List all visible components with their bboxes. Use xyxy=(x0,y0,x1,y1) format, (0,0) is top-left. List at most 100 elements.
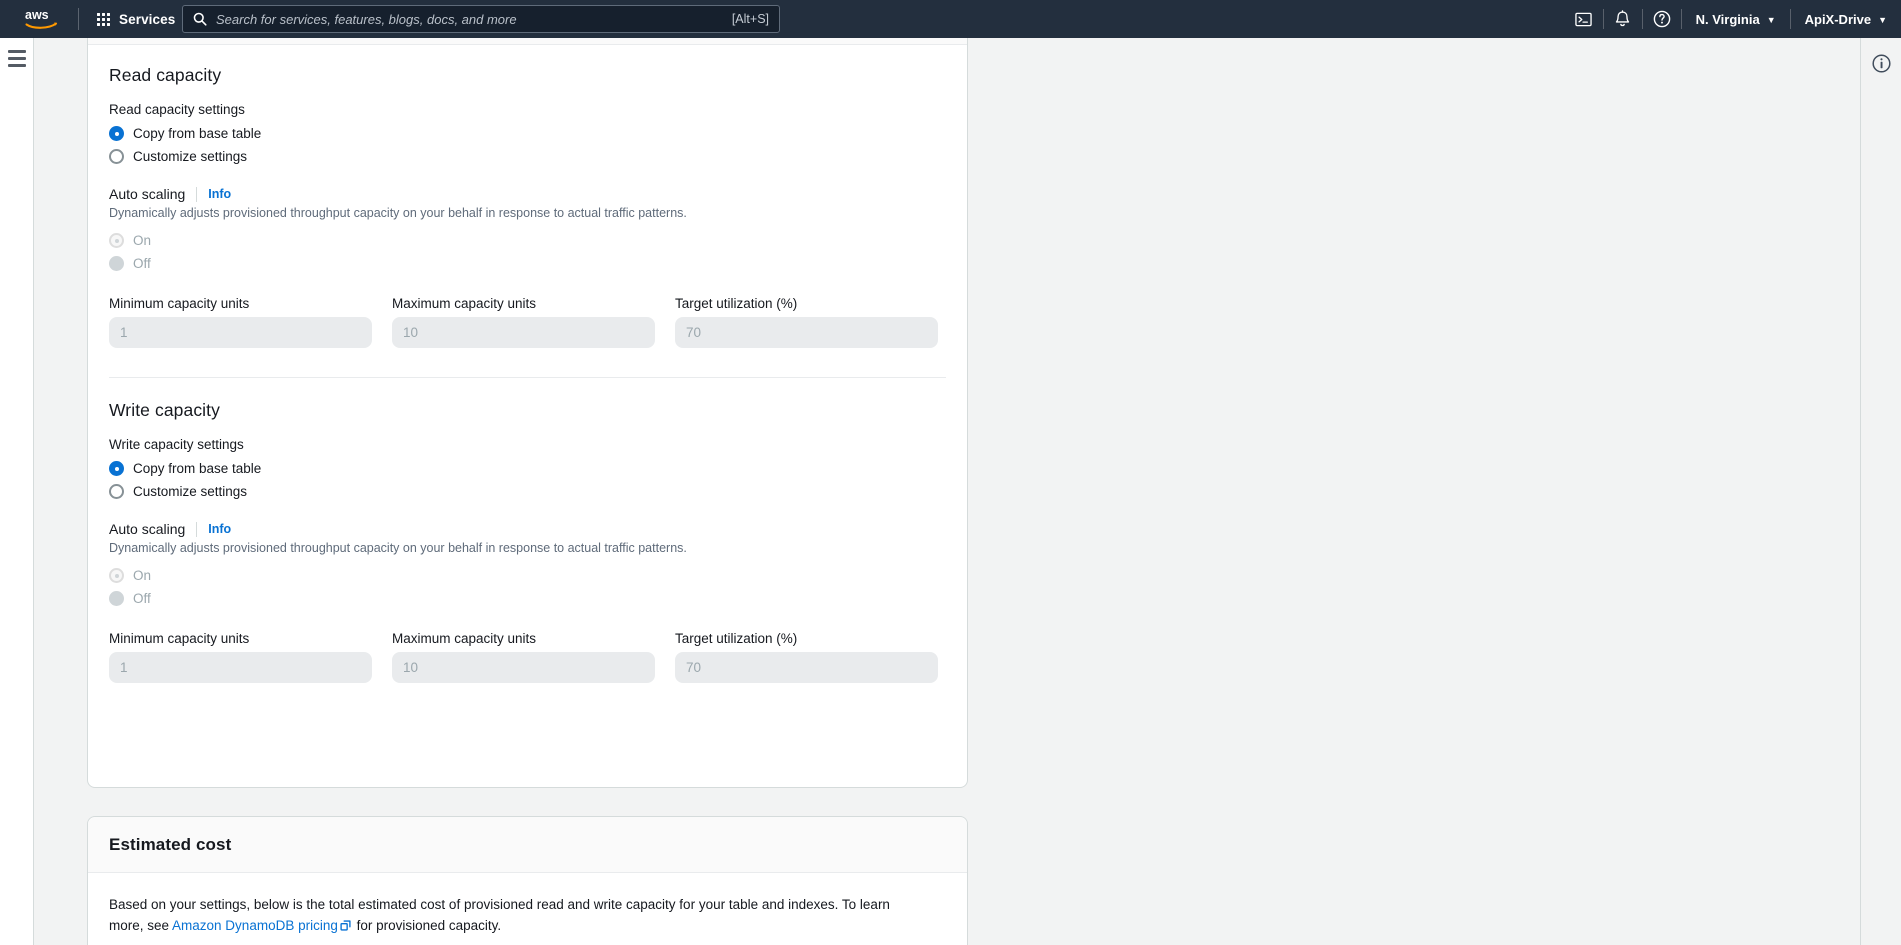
read-capacity-section: Read capacity Read capacity settings Cop… xyxy=(109,65,946,348)
nav-divider xyxy=(78,8,79,30)
cloudshell-button[interactable] xyxy=(1565,0,1603,38)
read-auto-scaling-on-radio: On xyxy=(109,233,946,248)
radio-indicator-icon xyxy=(109,484,124,499)
nav-right-group: N. Virginia ▼ ApiX-Drive ▼ xyxy=(1565,0,1901,38)
write-capacity-settings-label: Write capacity settings xyxy=(109,437,244,452)
aws-logo[interactable]: aws xyxy=(14,0,68,38)
radio-indicator-icon xyxy=(109,461,124,476)
capacity-settings-card: Read capacity Read capacity settings Cop… xyxy=(87,38,968,788)
read-customize-settings-radio[interactable]: Customize settings xyxy=(109,149,946,164)
read-auto-scaling-description: Dynamically adjusts provisioned throughp… xyxy=(109,206,687,220)
hamburger-menu-icon[interactable] xyxy=(8,50,26,67)
auto-scaling-info-link[interactable]: Info xyxy=(208,187,231,201)
input-label: Target utilization (%) xyxy=(675,296,798,311)
notifications-button[interactable] xyxy=(1604,0,1642,38)
aws-logo-icon: aws xyxy=(25,8,57,29)
read-minimum-capacity-group: Minimum capacity units 1 xyxy=(109,296,372,348)
radio-indicator-icon xyxy=(109,568,124,583)
region-selector[interactable]: N. Virginia ▼ xyxy=(1682,0,1790,38)
svg-text:aws: aws xyxy=(25,8,49,22)
cost-text-after-link: for provisioned capacity. xyxy=(352,917,502,933)
external-link-icon xyxy=(340,917,351,938)
search-icon xyxy=(193,12,207,26)
write-auto-scaling-on-radio: On xyxy=(109,568,946,583)
write-maximum-capacity-group: Maximum capacity units 10 xyxy=(392,631,655,683)
radio-label: On xyxy=(133,232,152,248)
write-capacity-section: Write capacity Write capacity settings C… xyxy=(109,400,946,683)
main-content-area: Read capacity Read capacity settings Cop… xyxy=(34,38,1860,945)
dynamodb-pricing-link[interactable]: Amazon DynamoDB pricing xyxy=(172,918,338,933)
input-label: Minimum capacity units xyxy=(109,631,250,646)
write-auto-scaling-header: Auto scaling Info xyxy=(109,521,946,537)
account-menu[interactable]: ApiX-Drive ▼ xyxy=(1791,0,1901,38)
left-navigation-rail xyxy=(0,38,34,945)
info-panel-button[interactable] xyxy=(1868,50,1895,77)
auto-scaling-info-link[interactable]: Info xyxy=(208,522,231,536)
global-search-input[interactable]: Search for services, features, blogs, do… xyxy=(182,5,780,33)
read-minimum-capacity-input: 1 xyxy=(109,317,372,348)
read-maximum-capacity-input: 10 xyxy=(392,317,655,348)
write-capacity-inputs-row: Minimum capacity units 1 Maximum capacit… xyxy=(109,631,946,683)
read-capacity-settings-label: Read capacity settings xyxy=(109,102,245,117)
services-label: Services xyxy=(119,11,176,27)
grid-icon xyxy=(97,12,110,26)
radio-label: Copy from base table xyxy=(133,125,262,141)
estimated-cost-card: Estimated cost Based on your settings, b… xyxy=(87,816,968,945)
chevron-down-icon: ▼ xyxy=(1766,14,1776,25)
write-target-utilization-group: Target utilization (%) 70 xyxy=(675,631,938,683)
input-label: Maximum capacity units xyxy=(392,631,537,646)
help-button[interactable] xyxy=(1643,0,1681,38)
search-placeholder: Search for services, features, blogs, do… xyxy=(216,11,517,27)
write-capacity-title: Write capacity xyxy=(109,400,220,420)
auto-scaling-label: Auto scaling xyxy=(109,186,186,202)
card-header-strip xyxy=(88,38,967,45)
bell-icon xyxy=(1615,10,1630,27)
write-copy-from-base-table-radio[interactable]: Copy from base table xyxy=(109,461,946,476)
right-help-rail xyxy=(1860,38,1901,945)
section-divider xyxy=(109,377,946,378)
write-maximum-capacity-input: 10 xyxy=(392,652,655,683)
estimated-cost-header: Estimated cost xyxy=(88,817,967,873)
label-divider xyxy=(196,186,198,202)
input-label: Maximum capacity units xyxy=(392,296,537,311)
write-minimum-capacity-input: 1 xyxy=(109,652,372,683)
auto-scaling-label: Auto scaling xyxy=(109,521,186,537)
radio-indicator-icon xyxy=(109,256,124,271)
radio-indicator-icon xyxy=(109,233,124,248)
cloudshell-terminal-icon xyxy=(1575,12,1592,26)
radio-label: Customize settings xyxy=(133,483,248,499)
radio-indicator-icon xyxy=(109,591,124,606)
estimated-cost-body: Based on your settings, below is the tot… xyxy=(88,873,967,937)
read-target-utilization-group: Target utilization (%) 70 xyxy=(675,296,938,348)
write-auto-scaling-off-radio: Off xyxy=(109,591,946,606)
radio-indicator-icon xyxy=(109,126,124,141)
input-label: Minimum capacity units xyxy=(109,296,250,311)
radio-indicator-icon xyxy=(109,149,124,164)
radio-label: Copy from base table xyxy=(133,460,262,476)
radio-label: Customize settings xyxy=(133,148,248,164)
radio-label: Off xyxy=(133,255,151,271)
input-label: Target utilization (%) xyxy=(675,631,798,646)
radio-label: Off xyxy=(133,590,151,606)
write-minimum-capacity-group: Minimum capacity units 1 xyxy=(109,631,372,683)
write-customize-settings-radio[interactable]: Customize settings xyxy=(109,484,946,499)
read-maximum-capacity-group: Maximum capacity units 10 xyxy=(392,296,655,348)
chevron-down-icon: ▼ xyxy=(1878,14,1887,25)
write-auto-scaling-description: Dynamically adjusts provisioned throughp… xyxy=(109,541,687,555)
search-shortcut-hint: [Alt+S] xyxy=(731,12,769,26)
estimated-cost-title: Estimated cost xyxy=(109,834,232,854)
read-target-utilization-input: 70 xyxy=(675,317,938,348)
top-navigation-bar: aws Services Search for services, featur… xyxy=(0,0,1901,38)
read-auto-scaling-header: Auto scaling Info xyxy=(109,186,946,202)
estimated-cost-description: Based on your settings, below is the tot… xyxy=(109,895,919,937)
read-capacity-title: Read capacity xyxy=(109,65,222,85)
capacity-card-body: Read capacity Read capacity settings Cop… xyxy=(88,45,967,683)
question-circle-icon xyxy=(1653,10,1670,28)
label-divider xyxy=(196,521,198,537)
services-menu-button[interactable]: Services xyxy=(89,0,183,38)
read-copy-from-base-table-radio[interactable]: Copy from base table xyxy=(109,126,946,141)
radio-label: On xyxy=(133,567,152,583)
region-label: N. Virginia xyxy=(1695,11,1760,27)
account-label: ApiX-Drive xyxy=(1804,11,1872,27)
read-auto-scaling-off-radio: Off xyxy=(109,256,946,271)
